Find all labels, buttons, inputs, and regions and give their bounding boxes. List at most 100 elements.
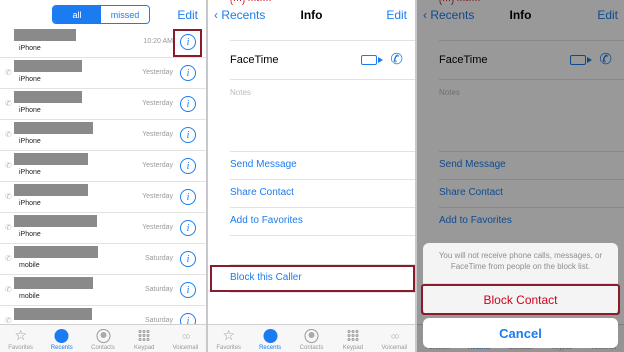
video-camera-icon[interactable]: [361, 55, 383, 65]
clock-icon: [263, 328, 278, 343]
divider: [230, 151, 415, 152]
divider: [230, 40, 415, 41]
redacted-contact-name: [14, 246, 98, 258]
tab-bar: ☆ Favorites Recents Contacts Keypad ○○ Voicema…: [208, 324, 415, 352]
list-item[interactable]: ✆ iPhone Yesterday i: [0, 58, 206, 89]
tab-favorites[interactable]: ☆ Favorites: [0, 325, 41, 352]
info-icon[interactable]: i: [180, 158, 196, 174]
redacted-contact-name: [14, 122, 93, 134]
share-contact-button[interactable]: Share Contact: [230, 187, 294, 198]
outgoing-call-icon: ✆: [5, 161, 12, 170]
tab-label: Contacts: [91, 345, 115, 351]
clock-icon: [54, 328, 69, 343]
recents-screen: all missed Edit iPhone 10:20 AM i ✆ iPhone Ye…: [0, 0, 206, 352]
info-screen: ‹ Recents Info Edit (···) ···-···· FaceT…: [208, 0, 415, 352]
voicemail-icon: ○○: [181, 330, 191, 341]
tab-keypad[interactable]: Keypad: [124, 325, 165, 352]
info-icon[interactable]: i: [180, 65, 196, 81]
tab-label: Recents: [50, 345, 73, 351]
list-item[interactable]: ✆ iPhone Yesterday i: [0, 213, 206, 244]
info-icon[interactable]: i: [180, 96, 196, 112]
tab-label: Recents: [259, 345, 282, 351]
tab-label: Keypad: [134, 345, 155, 351]
phone-icon[interactable]: ✆: [390, 50, 403, 68]
list-item[interactable]: ✆ mobile Saturday i: [0, 275, 206, 306]
tab-favorites[interactable]: ☆ Favorites: [208, 325, 249, 352]
call-time: Saturday: [144, 317, 173, 324]
call-type-label: iPhone: [19, 45, 41, 52]
redacted-contact-name: [14, 215, 97, 227]
tab-label: Keypad: [342, 345, 364, 351]
info-icon[interactable]: i: [180, 282, 196, 298]
divider: [230, 79, 415, 80]
call-type-label: mobile: [19, 262, 40, 269]
tab-keypad[interactable]: Keypad: [332, 325, 373, 352]
call-type-label: mobile: [19, 293, 40, 300]
tab-label: Favorites: [8, 345, 33, 351]
call-type-label: iPhone: [19, 200, 41, 207]
info-icon[interactable]: i: [180, 220, 196, 236]
divider: [230, 292, 415, 293]
tab-label: Favorites: [216, 345, 242, 351]
call-type-label: iPhone: [19, 76, 41, 83]
send-message-button[interactable]: Send Message: [230, 159, 297, 170]
voicemail-icon: ○○: [390, 330, 400, 341]
notes-field[interactable]: Notes: [230, 88, 251, 97]
tab-contacts[interactable]: Contacts: [291, 325, 332, 352]
call-time: Yesterday: [142, 131, 173, 138]
list-item[interactable]: ✆ iPhone Yesterday i: [0, 182, 206, 213]
info-icon[interactable]: i: [180, 189, 196, 205]
list-item[interactable]: ✆ iPhone Yesterday i: [0, 120, 206, 151]
edit-button[interactable]: Edit: [177, 8, 198, 22]
tab-recents[interactable]: Recents: [249, 325, 290, 352]
tab-voicemail[interactable]: ○○ Voicemail: [165, 325, 206, 352]
block-highlight-box: [210, 265, 415, 292]
block-contact-highlight-box: [421, 284, 620, 315]
call-type-label: iPhone: [19, 231, 41, 238]
call-time: 10:20 AM: [143, 38, 173, 45]
filter-missed-button[interactable]: missed: [101, 6, 149, 23]
redacted-contact-name: [14, 184, 88, 196]
list-item[interactable]: ✆ iPhone Yesterday i: [0, 89, 206, 120]
list-item[interactable]: ✆ iPhone Yesterday i: [0, 151, 206, 182]
outgoing-call-icon: ✆: [5, 223, 12, 232]
star-icon: ☆: [222, 327, 235, 343]
call-type-label: iPhone: [19, 169, 41, 176]
tab-label: Contacts: [299, 345, 324, 351]
filter-all-button[interactable]: all: [53, 6, 101, 23]
redacted-contact-name: [14, 153, 88, 165]
block-warning-text: You will not receive phone calls, messag…: [438, 251, 603, 271]
redacted-contact-name: [14, 29, 76, 41]
block-confirm-screen: ‹ Recents Info Edit (···) ···-···· FaceT…: [417, 0, 624, 352]
info-icon[interactable]: i: [180, 251, 196, 267]
redacted-contact-name: [14, 60, 82, 72]
keypad-icon: [138, 330, 150, 341]
facetime-label: FaceTime: [230, 54, 279, 66]
divider: [230, 235, 415, 236]
divider: [230, 207, 415, 208]
tab-contacts[interactable]: Contacts: [82, 325, 123, 352]
info-icon[interactable]: i: [180, 127, 196, 143]
call-time: Saturday: [144, 286, 173, 293]
call-time: Yesterday: [142, 100, 173, 107]
tab-bar: ☆ Favorites Recents Contacts Keypad ○○ Voicema…: [0, 324, 206, 352]
add-to-favorites-button[interactable]: Add to Favorites: [230, 215, 303, 226]
keypad-icon: [347, 330, 359, 341]
outgoing-call-icon: ✆: [5, 192, 12, 201]
call-time: Yesterday: [142, 224, 173, 231]
call-time: Saturday: [144, 255, 173, 262]
redacted-contact-name: [14, 308, 92, 320]
redacted-contact-name: [14, 91, 82, 103]
info-highlight-box: [173, 29, 202, 57]
call-time: Yesterday: [142, 193, 173, 200]
outgoing-call-icon: ✆: [5, 68, 12, 77]
tab-voicemail[interactable]: ○○ Voicemail: [374, 325, 415, 352]
cancel-button[interactable]: Cancel: [423, 318, 618, 348]
tab-recents[interactable]: Recents: [41, 325, 82, 352]
edit-button[interactable]: Edit: [386, 8, 407, 22]
list-item[interactable]: ✆ mobile Saturday i: [0, 244, 206, 275]
call-type-label: iPhone: [19, 138, 41, 145]
outgoing-call-icon: ✆: [5, 130, 12, 139]
divider: [230, 179, 415, 180]
call-time: Yesterday: [142, 162, 173, 169]
